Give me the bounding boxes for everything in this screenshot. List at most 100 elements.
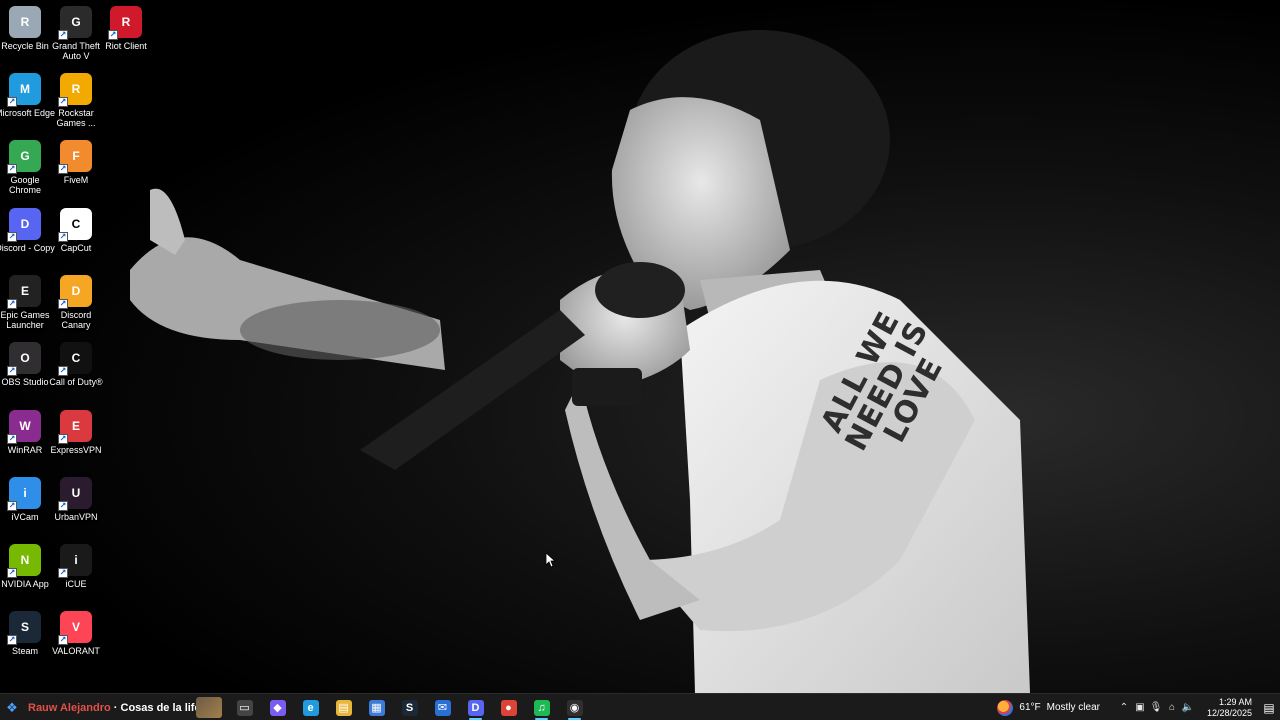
desktop-shortcut-label: VALORANT <box>52 646 100 657</box>
microsoft-store-icon: ▦ <box>368 699 385 716</box>
shortcut-arrow-icon: ↗ <box>7 298 17 309</box>
clock-time: 1:29 AM <box>1218 696 1252 707</box>
weather-widget[interactable]: 61°F Mostly clear <box>997 699 1106 716</box>
icue-icon: i ↗ <box>58 544 92 579</box>
desktop-shortcut[interactable]: U ↗ UrbanVPN <box>46 476 106 541</box>
shortcut-arrow-icon: ↗ <box>58 164 68 175</box>
desktop-shortcut[interactable]: C ↗ CapCut <box>46 207 106 272</box>
shortcut-arrow-icon: ↗ <box>58 30 68 40</box>
file-explorer-icon: ▤ <box>335 699 352 716</box>
recycle-bin-icon: R <box>9 6 41 38</box>
obs-icon: ◉ <box>566 699 583 716</box>
steam-icon: S <box>401 699 418 716</box>
ivcam-icon: i ↗ <box>7 476 41 511</box>
shortcut-arrow-icon: ↗ <box>7 97 17 107</box>
taskbar-app-button[interactable]: ◆ <box>261 694 294 720</box>
desktop-shortcut[interactable]: R ↗ Riot Client <box>96 6 156 70</box>
desktop-shortcut-label: FiveM <box>63 175 89 186</box>
now-playing-widget[interactable]: ❖ Rauw Alejandro · Cosas de la life <box>0 694 226 720</box>
epic-games-icon: E ↗ <box>7 274 41 309</box>
desktop-shortcut[interactable]: D ↗ Discord Canary <box>46 274 106 339</box>
winrar-icon: W ↗ <box>7 409 41 444</box>
microphone-icon[interactable]: 🎙 <box>1148 694 1164 720</box>
desktop-shortcut[interactable]: i ↗ iCUE <box>46 544 106 608</box>
desktop-wallpaper: ALL WE NEED IS LOVE <box>0 0 1280 693</box>
weather-condition: Mostly clear <box>1046 702 1100 713</box>
taskbar-app-button[interactable]: ◉ <box>558 694 591 720</box>
desktop-shortcut-label: CapCut <box>60 242 92 253</box>
valorant-icon: V ↗ <box>58 611 92 646</box>
taskbar: ❖ Rauw Alejandro · Cosas de la life ▭ ◆ e ▤… <box>0 693 1280 720</box>
shortcut-arrow-icon: ↗ <box>58 568 68 579</box>
taskbar-app-button[interactable]: ✉ <box>426 694 459 720</box>
taskbar-app-button[interactable]: S <box>393 694 426 720</box>
shortcut-arrow-icon: ↗ <box>58 433 68 444</box>
clock[interactable]: 1:29 AM 12/28/2025 <box>1200 694 1252 720</box>
desktop-shortcut[interactable]: R ↗ Rockstar Games ... <box>46 73 106 137</box>
weather-icon <box>997 699 1014 716</box>
desktop-shortcut-label: UrbanVPN <box>54 511 98 522</box>
taskbar-pinned-apps: ▭ ◆ e ▤ ▦ S ✉ D ● ♫ ◉ <box>228 694 591 720</box>
chrome-icon: ● <box>500 699 517 716</box>
shortcut-arrow-icon: ↗ <box>58 298 68 309</box>
discord-icon: D ↗ <box>7 207 41 242</box>
riot-client-icon: R ↗ <box>108 6 142 40</box>
mouse-cursor-icon <box>546 553 556 567</box>
desktop-shortcut[interactable]: F ↗ FiveM <box>46 140 106 204</box>
urbanvpn-icon: U ↗ <box>58 476 92 511</box>
taskbar-app-button[interactable]: ♫ <box>525 694 558 720</box>
capcut-icon: C ↗ <box>58 207 92 242</box>
now-playing-separator: · <box>110 701 121 714</box>
shortcut-arrow-icon: ↗ <box>7 231 17 242</box>
shortcut-arrow-icon: ↗ <box>108 30 118 40</box>
obs-icon: O ↗ <box>7 342 41 377</box>
show-hidden-icons-chevron-icon[interactable]: ⌃ <box>1116 694 1132 720</box>
now-playing-text: Rauw Alejandro · Cosas de la life <box>28 702 201 714</box>
desktop-shortcut-label: Riot Client <box>105 41 147 51</box>
discord-canary-icon: D ↗ <box>58 274 92 309</box>
rockstar-icon: R ↗ <box>58 73 92 107</box>
shortcut-arrow-icon: ↗ <box>7 164 17 175</box>
shortcut-arrow-icon: ↗ <box>58 635 68 646</box>
edge-icon: M ↗ <box>7 73 41 107</box>
system-tray: 61°F Mostly clear ⌃ ▣ 🎙 ⌂ 🔈 1:29 AM 12/2… <box>997 694 1280 720</box>
widgets-icon[interactable]: ❖ <box>4 700 20 716</box>
expressvpn-icon: E ↗ <box>58 409 92 444</box>
taskbar-app-button[interactable]: ▭ <box>228 694 261 720</box>
task-view-icon: ▭ <box>236 699 253 716</box>
steam-icon: S ↗ <box>7 611 41 646</box>
tray-app-icon[interactable]: ▣ <box>1132 694 1148 720</box>
network-icon[interactable]: ⌂ <box>1164 694 1180 720</box>
shortcut-arrow-icon: ↗ <box>7 366 17 377</box>
fivem-icon: F ↗ <box>58 140 92 175</box>
shortcut-arrow-icon: ↗ <box>58 366 68 377</box>
desktop-shortcut-label: iCUE <box>65 579 87 590</box>
wallpaper-singer-photo <box>130 30 1030 693</box>
discord-icon: D <box>467 699 484 716</box>
shortcut-arrow-icon: ↗ <box>7 635 17 646</box>
taskbar-app-button[interactable]: ● <box>492 694 525 720</box>
clock-date: 12/28/2025 <box>1206 707 1252 718</box>
edge-icon: e <box>302 699 319 716</box>
copilot-icon: ◆ <box>269 699 286 716</box>
weather-temperature: 61°F <box>1019 702 1041 713</box>
taskbar-app-button[interactable]: ▤ <box>327 694 360 720</box>
notification-center-icon[interactable]: ▤ <box>1258 694 1280 720</box>
shortcut-arrow-icon: ↗ <box>7 433 17 444</box>
desktop-shortcut[interactable]: C ↗ Call of Duty® <box>46 342 106 406</box>
now-playing-artist: Rauw Alejandro <box>28 701 111 714</box>
volume-icon[interactable]: 🔈 <box>1180 694 1196 720</box>
shortcut-arrow-icon: ↗ <box>7 500 17 511</box>
desktop-shortcut[interactable]: V ↗ VALORANT <box>46 611 106 675</box>
taskbar-app-button[interactable]: D <box>459 694 492 720</box>
desktop-shortcut-label: ExpressVPN <box>50 444 102 455</box>
mail-icon: ✉ <box>434 699 451 716</box>
desktop-shortcut-label: Discord Canary <box>60 309 92 330</box>
shortcut-arrow-icon: ↗ <box>58 97 68 107</box>
taskbar-app-button[interactable]: ▦ <box>360 694 393 720</box>
gta-v-icon: G ↗ <box>58 6 92 40</box>
chrome-icon: G ↗ <box>7 140 41 175</box>
desktop-shortcut[interactable]: E ↗ ExpressVPN <box>46 409 106 474</box>
spotify-icon: ♫ <box>533 699 550 716</box>
taskbar-app-button[interactable]: e <box>294 694 327 720</box>
